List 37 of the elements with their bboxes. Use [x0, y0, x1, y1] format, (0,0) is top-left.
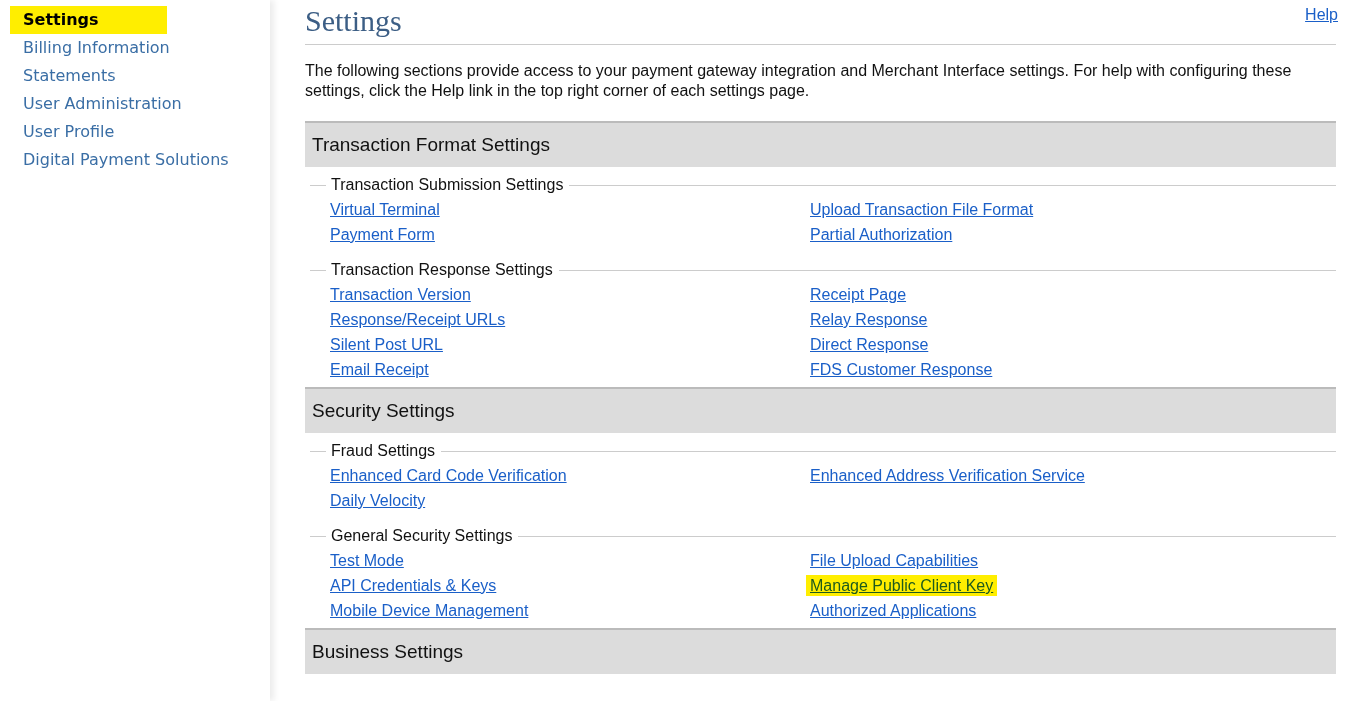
settings-link[interactable]: Authorized Applications [810, 602, 977, 619]
sidebar-item[interactable]: Settings [10, 6, 167, 34]
settings-link[interactable]: Upload Transaction File Format [810, 201, 1034, 218]
settings-link[interactable]: Silent Post URL [330, 336, 443, 353]
settings-link[interactable]: Receipt Page [810, 286, 907, 303]
page-title: Settings [305, 4, 402, 38]
help-link[interactable]: Help [1305, 6, 1338, 24]
settings-link[interactable]: Payment Form [330, 226, 435, 243]
sidebar-item[interactable]: Statements [10, 62, 129, 90]
settings-link[interactable]: Transaction Version [330, 286, 471, 303]
section-header: Security Settings [305, 389, 1336, 433]
group-heading: Fraud Settings [331, 442, 437, 460]
sidebar-item[interactable]: User Profile [10, 118, 128, 146]
settings-link[interactable]: Enhanced Card Code Verification [330, 467, 567, 484]
group-heading: Transaction Response Settings [331, 261, 554, 279]
settings-link[interactable]: Response/Receipt URLs [330, 311, 506, 328]
settings-link[interactable]: Relay Response [810, 311, 928, 328]
settings-link[interactable]: FDS Customer Response [810, 361, 993, 378]
settings-link[interactable]: Partial Authorization [810, 226, 953, 243]
settings-link[interactable]: Virtual Terminal [330, 201, 440, 218]
intro-text: The following sections provide access to your payment gateway integration and Merchant Interface settings. For help with configuring these settings, click the Help link in the top right corner of each settings page. [305, 61, 1293, 101]
sidebar-item[interactable]: Billing Information [10, 34, 183, 62]
settings-link[interactable]: Manage Public Client Key [806, 575, 998, 596]
sidebar-item[interactable]: User Administration [10, 90, 195, 118]
settings-link[interactable]: Test Mode [330, 552, 404, 569]
section-header: Business Settings [305, 630, 1336, 674]
settings-link[interactable]: API Credentials & Keys [330, 577, 497, 594]
group-heading: General Security Settings [331, 527, 514, 545]
sidebar-item[interactable]: Digital Payment Solutions [10, 146, 242, 174]
settings-link[interactable]: File Upload Capabilities [810, 552, 979, 569]
settings-link[interactable]: Enhanced Address Verification Service [810, 467, 1085, 484]
settings-link[interactable]: Mobile Device Management [330, 602, 529, 619]
settings-link[interactable]: Daily Velocity [330, 492, 426, 509]
section-header: Transaction Format Settings [305, 123, 1336, 167]
group-heading: Transaction Submission Settings [331, 176, 565, 194]
settings-link[interactable]: Direct Response [810, 336, 929, 353]
settings-link[interactable]: Email Receipt [330, 361, 429, 378]
